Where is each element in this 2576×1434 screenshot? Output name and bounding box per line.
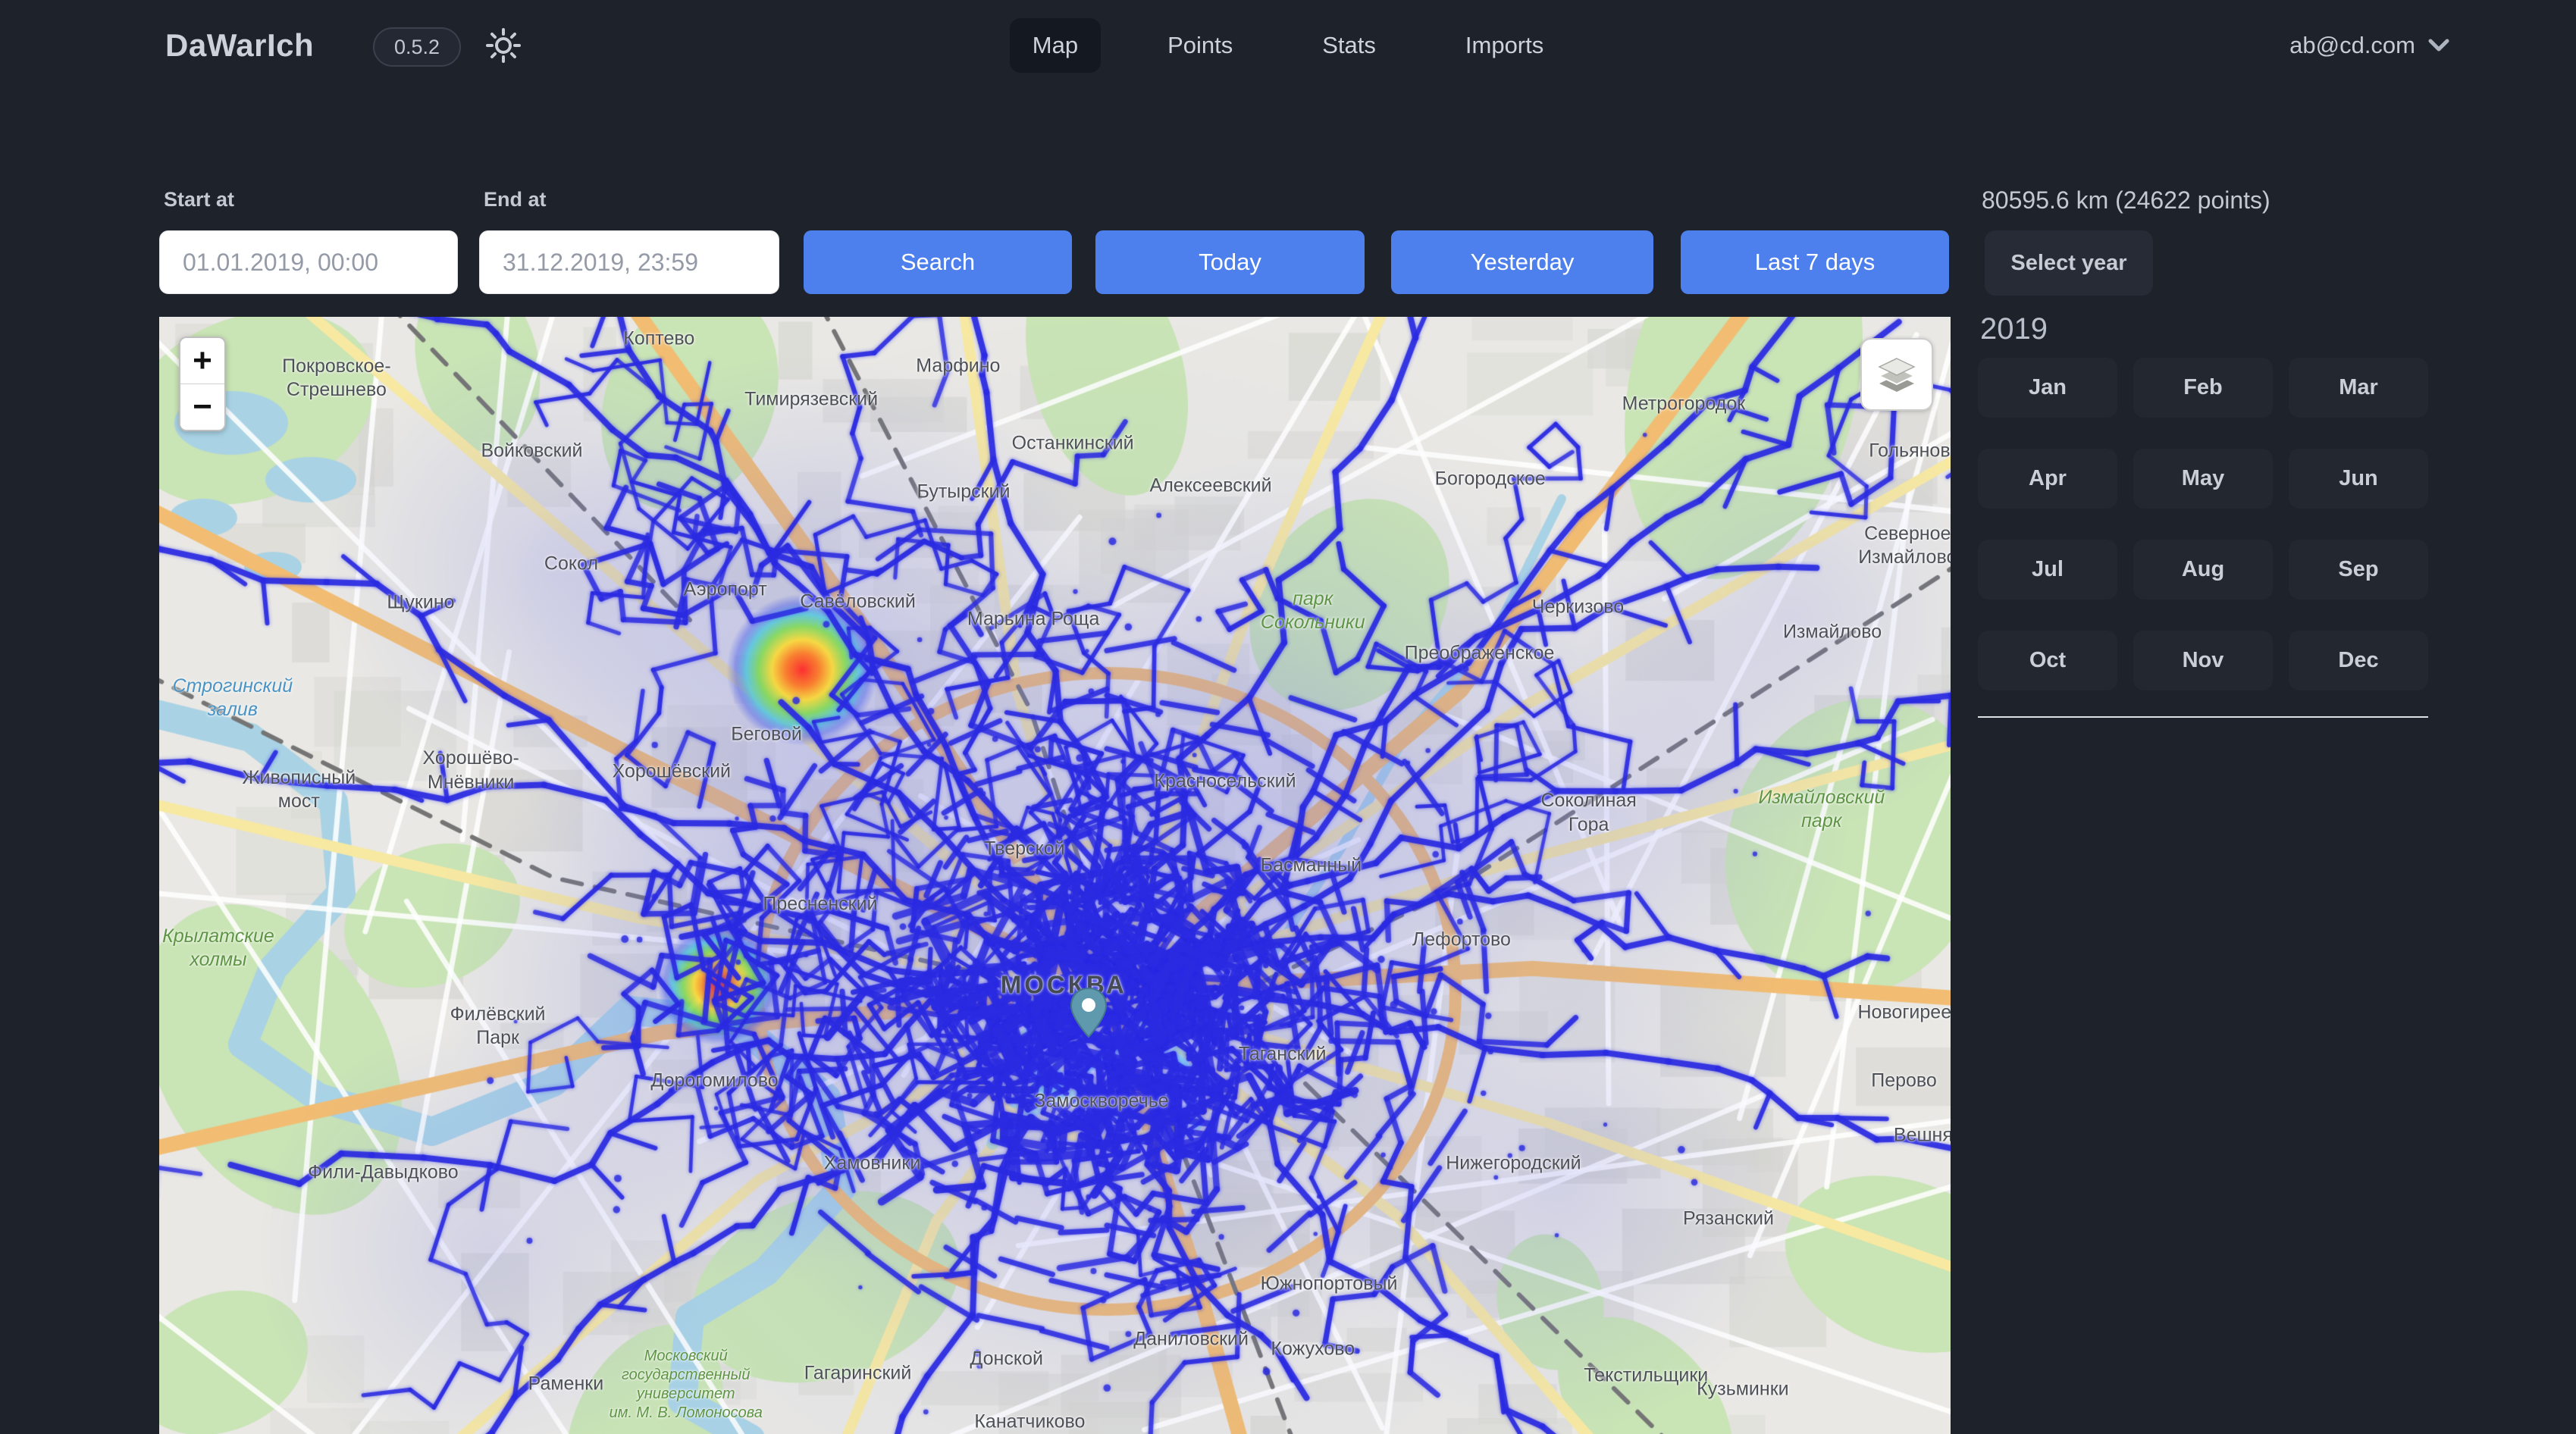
- select-year-button[interactable]: Select year: [1985, 230, 2153, 296]
- month-button-jun[interactable]: Jun: [2289, 449, 2428, 509]
- month-button-may[interactable]: May: [2133, 449, 2273, 509]
- map-canvas[interactable]: [159, 317, 1951, 1434]
- map-marker-pin[interactable]: [1069, 987, 1108, 1042]
- month-button-feb[interactable]: Feb: [2133, 358, 2273, 418]
- yesterday-button[interactable]: Yesterday: [1391, 230, 1653, 294]
- zoom-out-button[interactable]: −: [180, 384, 224, 430]
- last-7-days-button[interactable]: Last 7 days: [1681, 230, 1949, 294]
- year-heading: 2019: [1980, 312, 2048, 346]
- account-email: ab@cd.com: [2289, 32, 2415, 59]
- end-at-label: End at: [484, 188, 547, 211]
- month-button-nov[interactable]: Nov: [2133, 631, 2273, 690]
- month-button-apr[interactable]: Apr: [1978, 449, 2117, 509]
- start-date-input[interactable]: [159, 230, 458, 294]
- today-button[interactable]: Today: [1095, 230, 1365, 294]
- month-button-mar[interactable]: Mar: [2289, 358, 2428, 418]
- zoom-in-button[interactable]: +: [180, 338, 224, 384]
- start-at-label: Start at: [164, 188, 234, 211]
- account-menu[interactable]: ab@cd.com: [2289, 0, 2450, 91]
- layers-icon: [1875, 352, 1919, 396]
- layers-control-button[interactable]: [1860, 338, 1933, 411]
- tab-imports[interactable]: Imports: [1443, 18, 1566, 73]
- sidebar-divider: [1978, 716, 2428, 718]
- month-button-sep[interactable]: Sep: [2289, 540, 2428, 600]
- end-date-input[interactable]: [479, 230, 779, 294]
- tab-stats[interactable]: Stats: [1299, 18, 1399, 73]
- month-button-aug[interactable]: Aug: [2133, 540, 2273, 600]
- chevron-down-icon: [2427, 38, 2450, 53]
- header: DaWarIch 0.5.2 Map Points Stats Imports …: [0, 0, 2576, 91]
- main-nav: Map Points Stats Imports: [0, 0, 2576, 91]
- month-button-oct[interactable]: Oct: [1978, 631, 2117, 690]
- tab-map[interactable]: Map: [1010, 18, 1101, 73]
- month-button-dec[interactable]: Dec: [2289, 631, 2428, 690]
- search-button[interactable]: Search: [804, 230, 1072, 294]
- month-button-jan[interactable]: Jan: [1978, 358, 2117, 418]
- month-grid: Jan Feb Mar Apr May Jun Jul Aug Sep Oct …: [1978, 358, 2428, 690]
- month-button-jul[interactable]: Jul: [1978, 540, 2117, 600]
- map-view[interactable]: Покровское- СтрешневоКоптевоТимирязевски…: [159, 317, 1951, 1434]
- distance-stats: 80595.6 km (24622 points): [1982, 186, 2270, 214]
- map-zoom-control: + −: [179, 337, 226, 431]
- tab-points[interactable]: Points: [1145, 18, 1255, 73]
- dawarich-app: DaWarIch 0.5.2 Map Points Stats Imports …: [0, 0, 2576, 1434]
